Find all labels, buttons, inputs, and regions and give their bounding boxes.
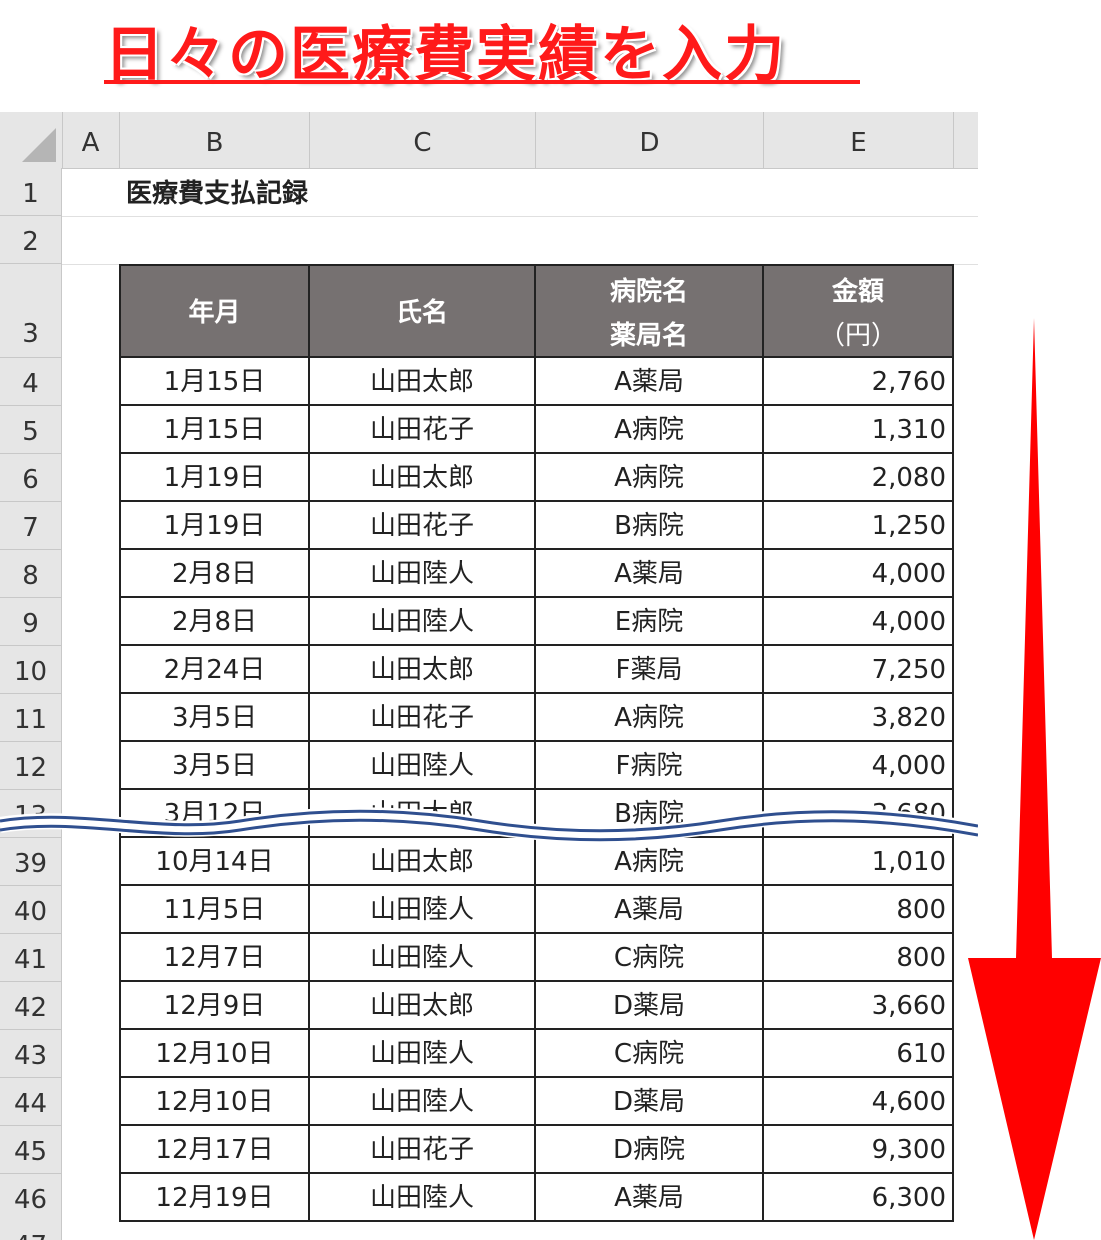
banner-underline: [104, 80, 860, 84]
down-arrow-icon: [968, 318, 1101, 1240]
wavy-break-icon: [0, 807, 978, 843]
banner: 日々の医療費実績を入力: [0, 0, 1101, 110]
spreadsheet: A B C D E 1 医療費支払記録 2 3 年月 氏名 病院名 薬局名 金額…: [0, 112, 978, 1240]
